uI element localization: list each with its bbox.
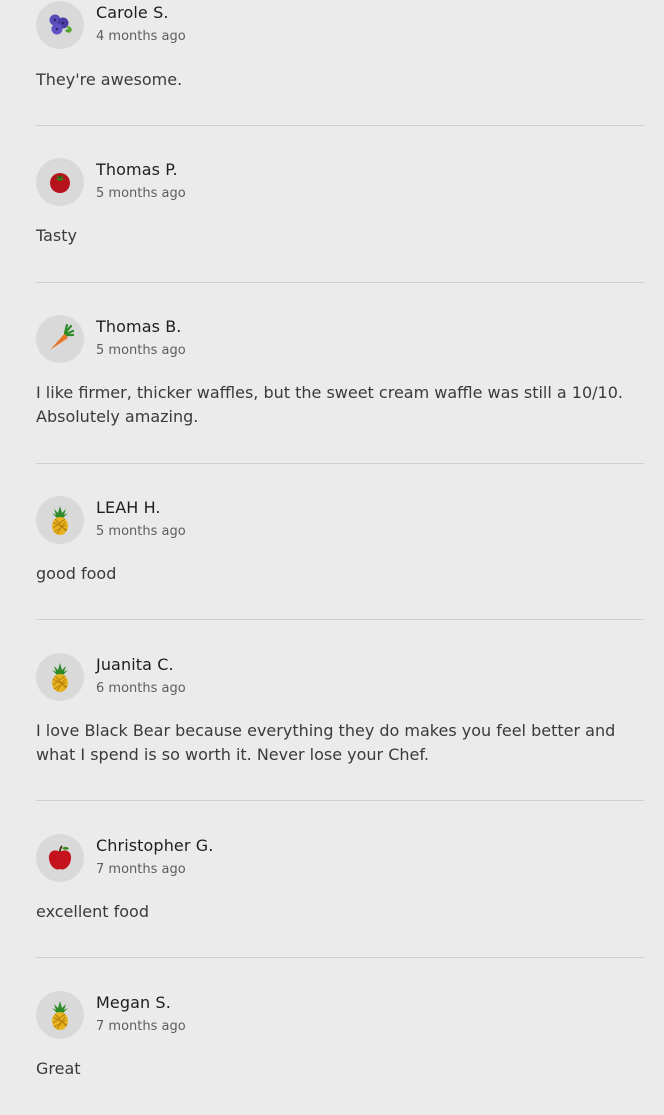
divider bbox=[36, 957, 644, 958]
divider bbox=[36, 282, 644, 283]
review-text: I love Black Bear because everything the… bbox=[36, 721, 616, 764]
avatar bbox=[36, 653, 84, 701]
reviewer-name: Juanita C. bbox=[96, 655, 174, 674]
review-time: 7 months ago bbox=[96, 1019, 186, 1034]
reviewer-name: Thomas P. bbox=[96, 160, 178, 179]
pineapple-icon bbox=[45, 504, 75, 536]
review-time: 5 months ago bbox=[96, 186, 186, 201]
review-time: 5 months ago bbox=[96, 343, 186, 358]
review-time: 6 months ago bbox=[96, 681, 186, 696]
reviewer-name: LEAH H. bbox=[96, 498, 161, 517]
blueberries-icon bbox=[45, 10, 75, 40]
divider bbox=[36, 800, 644, 801]
review-time: 4 months ago bbox=[96, 29, 186, 44]
avatar bbox=[36, 1, 84, 49]
review-text: I like firmer, thicker waffles, but the … bbox=[36, 383, 623, 426]
review-text: Tasty bbox=[36, 226, 78, 245]
divider bbox=[36, 463, 644, 464]
pineapple-icon bbox=[45, 999, 75, 1031]
review-text: good food bbox=[36, 564, 117, 583]
divider bbox=[36, 125, 644, 126]
review-text: excellent food bbox=[36, 902, 149, 921]
review-time: 7 months ago bbox=[96, 862, 186, 877]
avatar bbox=[36, 496, 84, 544]
reviewer-name: Megan S. bbox=[96, 993, 171, 1012]
reviewer-name: Christopher G. bbox=[96, 836, 214, 855]
reviewer-name: Carole S. bbox=[96, 3, 169, 22]
avatar bbox=[36, 834, 84, 882]
pineapple-icon bbox=[45, 661, 75, 693]
review-text: They're awesome. bbox=[36, 70, 183, 89]
tomato-icon bbox=[45, 167, 75, 197]
carrot-icon bbox=[45, 324, 75, 354]
reviewer-name: Thomas B. bbox=[96, 317, 182, 336]
review-text: Great bbox=[36, 1059, 81, 1078]
avatar bbox=[36, 315, 84, 363]
avatar bbox=[36, 158, 84, 206]
review-time: 5 months ago bbox=[96, 524, 186, 539]
avatar bbox=[36, 991, 84, 1039]
apple-icon bbox=[45, 843, 75, 873]
divider bbox=[36, 619, 644, 620]
